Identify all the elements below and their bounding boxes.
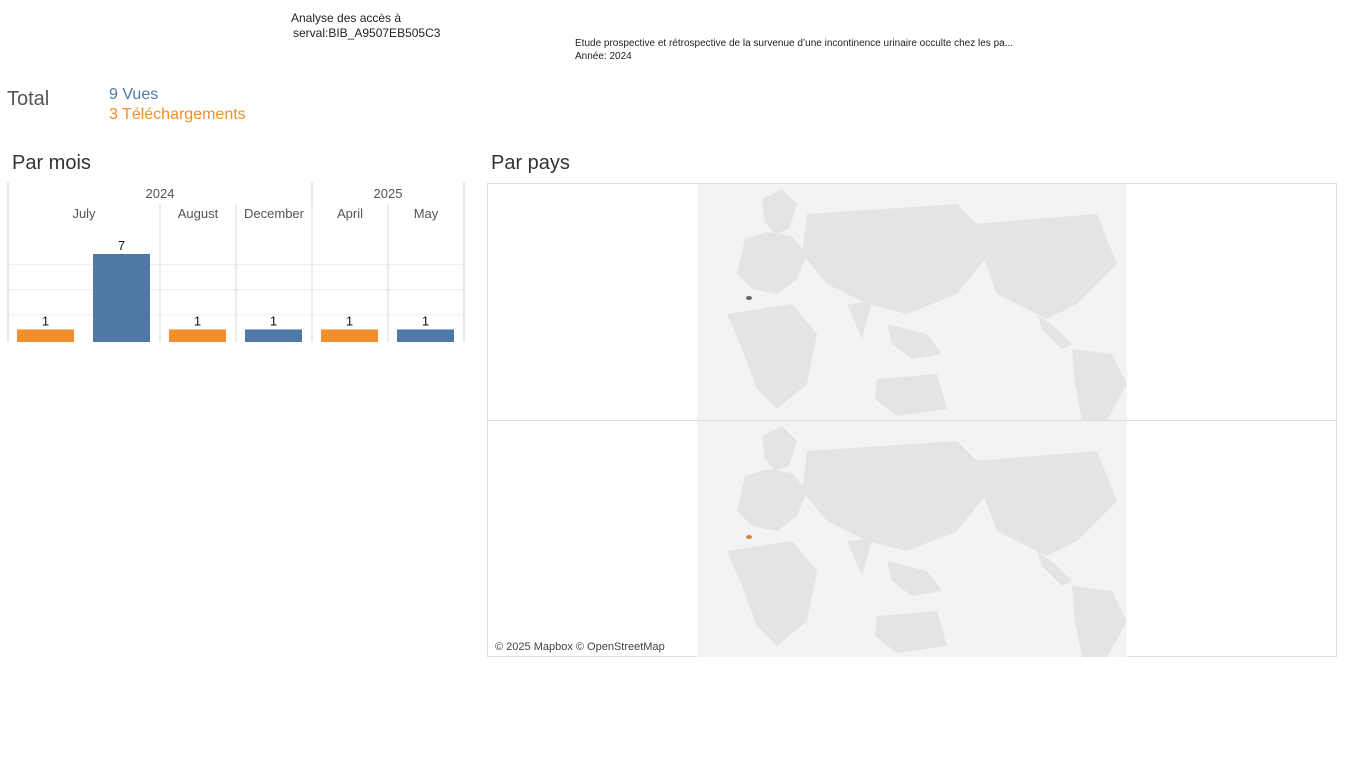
world-map-downloads[interactable] [697, 421, 1127, 657]
bar-views [93, 254, 150, 342]
year-header: 2024 [146, 186, 175, 201]
bar-downloads [321, 329, 378, 342]
report-title: Analyse des accès à serval:BIB_A9507EB50… [291, 11, 440, 41]
map-marker-switzerland-views [746, 296, 752, 300]
bar-views [397, 329, 454, 342]
bar-value-label: 1 [422, 313, 429, 328]
total-views: 9 Vues [109, 86, 159, 103]
month-header: May [414, 206, 439, 221]
document-title: Etude prospective et rétrospective de la… [575, 38, 1014, 49]
map-marker-switzerland-downloads [746, 535, 752, 539]
by-month-title: Par mois [12, 152, 91, 174]
by-country-title: Par pays [491, 152, 570, 174]
month-header: April [337, 206, 363, 221]
month-header: August [178, 206, 219, 221]
bar-value-label: 1 [346, 313, 353, 328]
bar-value-label: 1 [194, 313, 201, 328]
bar-value-label: 1 [42, 313, 49, 328]
country-map-panel: © 2025 Mapbox © OpenStreetMap [487, 183, 1337, 657]
bar-downloads [169, 329, 226, 342]
report-title-line2: serval:BIB_A9507EB505C3 [293, 26, 441, 40]
map-credit[interactable]: © 2025 Mapbox © OpenStreetMap [495, 641, 665, 653]
document-year: Année: 2024 [575, 51, 632, 62]
document-info: Etude prospective et rétrospective de la… [575, 37, 1013, 63]
bar-value-label: 1 [270, 313, 277, 328]
report-title-line1: Analyse des accès à [291, 11, 402, 25]
bar-views [245, 329, 302, 342]
total-downloads: 3 Téléchargements [109, 106, 246, 123]
month-header: July [72, 206, 96, 221]
month-header: December [244, 206, 305, 221]
world-map-views[interactable] [697, 184, 1127, 420]
bar-downloads [17, 329, 74, 342]
monthly-bar-chart: 2024 2025 July 1 7 August 1 December 1 April 1 May 1 [7, 182, 465, 342]
year-header: 2025 [374, 186, 403, 201]
bar-value-label: 7 [118, 238, 125, 253]
total-label: Total [7, 88, 50, 110]
